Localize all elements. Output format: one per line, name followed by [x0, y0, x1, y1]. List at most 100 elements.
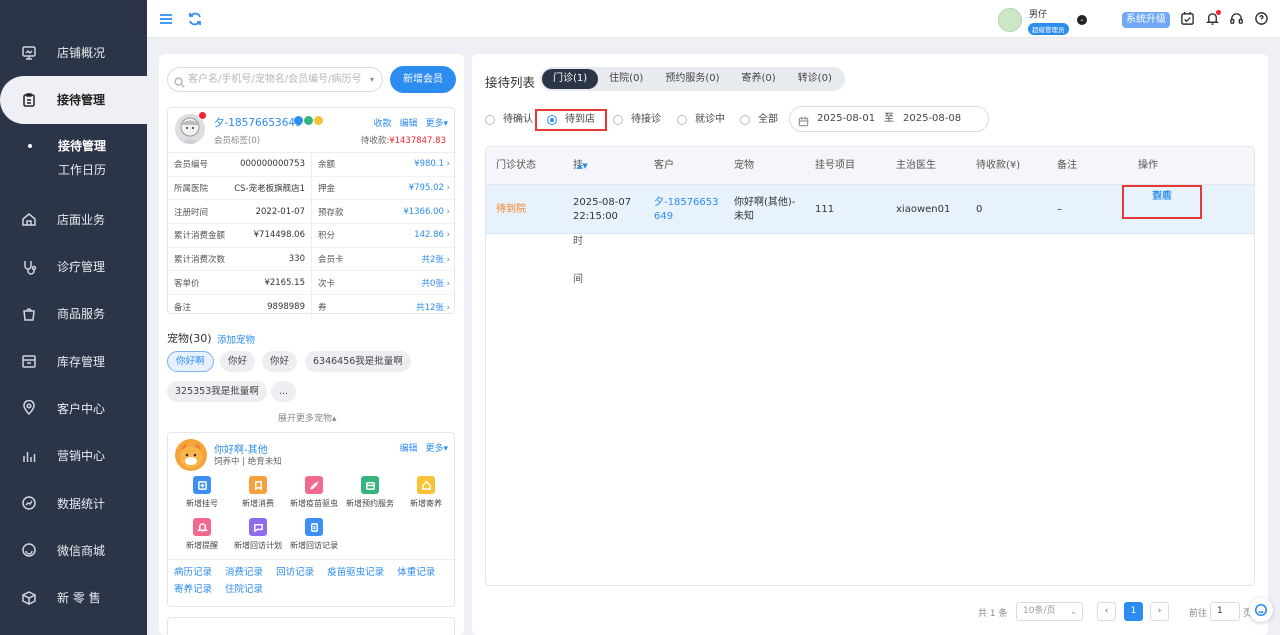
times-card-link[interactable]: 共0张 › [421, 277, 450, 289]
info-cell[interactable]: 余额 ¥980.1 › [312, 153, 456, 176]
vaccine-record-link[interactable]: 疫苗驱虫记录 [327, 567, 384, 578]
filter-pending-arrival[interactable]: 待到店 [535, 109, 607, 131]
points-link[interactable]: 142.86 › [414, 230, 450, 240]
member-card-link[interactable]: 共2张 › [421, 253, 450, 265]
prepaid-link[interactable]: ¥1366.00 › [403, 207, 450, 217]
coin-icon [314, 116, 323, 125]
info-cell[interactable]: 押金 ¥795.02 › [312, 177, 456, 200]
filter-in-visit[interactable]: 就诊中 [677, 109, 725, 131]
sidebar-item-new-retail[interactable]: 新 零 售 [0, 574, 147, 621]
system-upgrade-button[interactable]: 系统升级 [1122, 12, 1170, 28]
pet-chip[interactable]: 你好 [220, 351, 256, 372]
row-time: 2025-08-07 22:15:00 [573, 196, 632, 222]
add-member-button[interactable]: 新增会员 [390, 66, 456, 93]
sort-icon[interactable]: ▲▼ [577, 147, 588, 185]
tab-inpatient[interactable]: 住院(0) [598, 69, 654, 89]
add-pet-link[interactable]: 添加宠物 [217, 332, 255, 346]
pet-chip[interactable]: 325353我是批量啊 [167, 381, 267, 402]
view-button[interactable]: 查看 [1152, 187, 1172, 202]
chevron-down-icon[interactable]: ▾ [370, 68, 374, 91]
sidebar-item-goods[interactable]: 商品服务 [0, 290, 147, 337]
date-separator: 至 [884, 113, 894, 124]
sidebar-item-store-business[interactable]: 店面业务 [0, 196, 147, 243]
date-to[interactable]: 2025-08-08 [903, 107, 961, 131]
row-customer-link[interactable]: 夕-18576653649 [654, 185, 722, 234]
sidebar-item-reception[interactable]: 接待管理 [0, 76, 147, 124]
tab-boarding[interactable]: 寄养(0) [731, 69, 787, 89]
inpatient-record-link[interactable]: 住院记录 [225, 584, 263, 595]
refresh-icon[interactable] [187, 11, 203, 27]
tab-referral[interactable]: 转诊(0) [787, 69, 843, 89]
sidebar-item-inventory[interactable]: 库存管理 [0, 337, 147, 384]
sidebar-item-label: 诊疗管理 [57, 260, 106, 275]
goto-page-input[interactable]: 1 [1210, 602, 1240, 621]
member-search-input[interactable]: 客户名/手机号/宠物名/会员编号/病历号 ▾ [167, 67, 383, 92]
boarding-record-link[interactable]: 寄养记录 [174, 584, 212, 595]
filter-pending-confirm[interactable]: 待确认 [485, 109, 533, 131]
info-cell[interactable]: 积分 142.86 › [312, 224, 456, 247]
sidebar-item-customers[interactable]: 客户中心 [0, 385, 147, 432]
balance-link[interactable]: ¥980.1 › [414, 159, 450, 169]
date-range-picker[interactable]: 2025-08-01 至 2025-08-08 [789, 106, 989, 132]
sidebar-item-label: 微信商城 [57, 543, 106, 558]
quick-add-vaccine[interactable]: 新增疫苗驱虫 [286, 476, 342, 509]
page-1-button[interactable]: 1 [1124, 602, 1143, 621]
sidebar-item-marketing[interactable]: 营销中心 [0, 432, 147, 479]
edit-pet-link[interactable]: 编辑 [399, 441, 417, 454]
pet-name-link[interactable]: 你好啊-其他 [214, 441, 268, 456]
quick-add-register[interactable]: 新增挂号 [174, 476, 230, 509]
sidebar-item-wechat-mall[interactable]: 微信商城 [0, 527, 147, 574]
prev-page-button[interactable]: ‹ [1097, 602, 1116, 621]
subnav-item-work-calendar[interactable]: 工作日历 [58, 158, 147, 182]
deposit-link[interactable]: ¥795.02 › [409, 183, 450, 193]
table-row[interactable]: 待到院 2025-08-07 22:15:00 夕-18576653649 你好… [486, 185, 1254, 234]
pet-chip-more[interactable]: ... [271, 381, 297, 402]
collect-payment-link[interactable]: 收款 [373, 116, 391, 129]
pet-chip[interactable]: 你好啊 [167, 351, 214, 372]
medical-record-link[interactable]: 病历记录 [174, 567, 212, 578]
filter-all[interactable]: 全部 [740, 109, 778, 131]
quick-add-boarding[interactable]: 新增寄养 [398, 476, 454, 509]
filter-pending-visit[interactable]: 待接诊 [613, 109, 661, 131]
pet-chip[interactable]: 你好 [262, 351, 298, 372]
help-icon[interactable] [1254, 11, 1270, 27]
pet-actions: 编辑 更多▾ [399, 441, 448, 454]
quick-add-visit-plan[interactable]: 新增回访计划 [230, 518, 286, 551]
consume-record-link[interactable]: 消费记录 [225, 567, 263, 578]
sidebar-item-store-overview[interactable]: 店铺概况 [0, 29, 147, 76]
headset-icon[interactable] [1229, 11, 1245, 27]
info-cell[interactable]: 预存款 ¥1366.00 › [312, 200, 456, 223]
info-cell[interactable]: 次卡 共0张 › [312, 271, 456, 294]
floating-support-button[interactable] [1249, 598, 1273, 622]
expand-more-pets-link[interactable]: 展开更多宠物▴ [278, 411, 337, 424]
info-cell[interactable]: 会员卡 共2张 › [312, 248, 456, 271]
next-page-button[interactable]: › [1150, 602, 1169, 621]
weight-record-link[interactable]: 体重记录 [397, 567, 435, 578]
quick-add-consume[interactable]: 新增消费 [230, 476, 286, 509]
visit-record-link[interactable]: 回访记录 [276, 567, 314, 578]
info-cell[interactable]: 券 共12张 › [312, 295, 456, 319]
menu-toggle-icon[interactable] [158, 11, 174, 27]
user-dropdown-icon[interactable]: ⌄ [1077, 15, 1087, 25]
more-pet-link[interactable]: 更多▾ [425, 441, 448, 454]
sidebar-item-clinic[interactable]: 诊疗管理 [0, 243, 147, 290]
page-size-select[interactable]: 10条/页 ⌄ [1016, 602, 1083, 621]
tab-appointment[interactable]: 预约服务(0) [654, 69, 730, 89]
user-name[interactable]: 男仔 [1029, 7, 1047, 20]
member-phone-link[interactable]: 夕-18576653649 [214, 115, 302, 130]
subnav-item-reception[interactable]: 接待管理 [28, 134, 147, 158]
tab-outpatient[interactable]: 门诊(1) [542, 69, 599, 89]
bell-icon[interactable] [1205, 10, 1221, 27]
info-value: 000000000753 [240, 159, 305, 170]
quick-add-appointment[interactable]: 新增预约服务 [342, 476, 398, 509]
quick-add-visit-record[interactable]: 新增回访记录 [286, 518, 342, 551]
pet-chip[interactable]: 6346456我是批量啊 [305, 351, 411, 372]
user-avatar[interactable] [998, 8, 1022, 32]
sidebar-item-statistics[interactable]: 数据统计 [0, 479, 147, 526]
date-from[interactable]: 2025-08-01 [817, 107, 875, 131]
edit-member-link[interactable]: 编辑 [399, 116, 417, 129]
calendar-check-icon[interactable] [1180, 11, 1196, 27]
quick-add-reminder[interactable]: 新增提醒 [174, 518, 230, 551]
more-member-link[interactable]: 更多▾ [425, 116, 448, 129]
coupon-link[interactable]: 共12张 › [416, 301, 450, 313]
